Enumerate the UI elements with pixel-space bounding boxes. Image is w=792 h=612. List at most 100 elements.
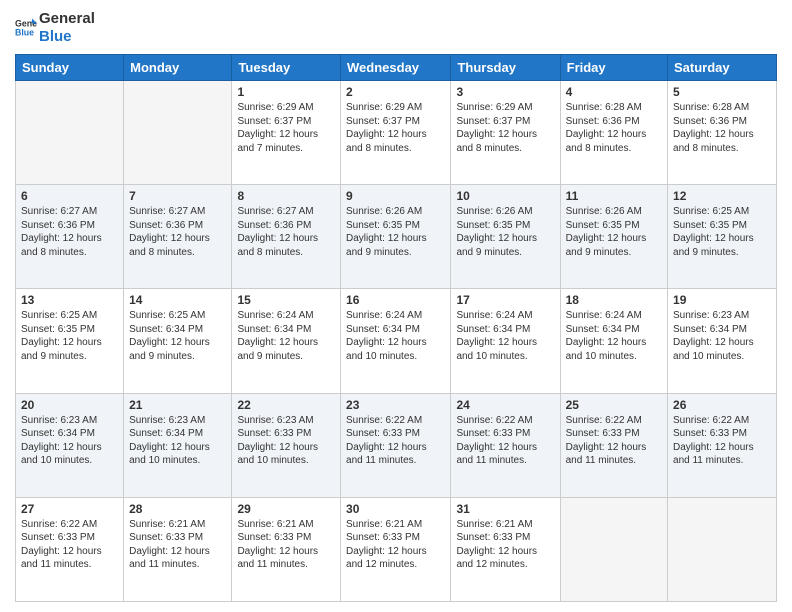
day-number: 21	[129, 398, 226, 412]
day-number: 6	[21, 189, 118, 203]
weekday-header-row: SundayMondayTuesdayWednesdayThursdayFrid…	[16, 55, 777, 81]
calendar-cell	[124, 81, 232, 185]
calendar-cell: 27 Sunrise: 6:22 AM Sunset: 6:33 PM Dayli…	[16, 497, 124, 601]
day-info: Sunrise: 6:22 AM Sunset: 6:33 PM Dayligh…	[346, 414, 445, 468]
day-number: 26	[673, 398, 771, 412]
weekday-header-monday: Monday	[124, 55, 232, 81]
calendar-cell: 24 Sunrise: 6:22 AM Sunset: 6:33 PM Dayli…	[451, 393, 560, 497]
weekday-header-friday: Friday	[560, 55, 667, 81]
logo-icon: General Blue	[15, 17, 37, 39]
logo-blue: Blue	[39, 28, 95, 46]
calendar-cell: 1Sunrise: 6:29 AM Sunset: 6:37 PM Daylig…	[232, 81, 341, 185]
day-number: 4	[566, 85, 662, 99]
calendar-cell: 4 Sunrise: 6:28 AM Sunset: 6:36 PM Daylig…	[560, 81, 667, 185]
day-number: 5	[673, 85, 771, 99]
day-number: 3	[456, 85, 554, 99]
day-info: Sunrise: 6:21 AM Sunset: 6:33 PM Dayligh…	[346, 518, 445, 572]
weekday-header-sunday: Sunday	[16, 55, 124, 81]
svg-text:Blue: Blue	[15, 27, 34, 37]
day-number: 15	[237, 293, 335, 307]
calendar-cell: 9 Sunrise: 6:26 AM Sunset: 6:35 PM Daylig…	[341, 185, 451, 289]
day-info: Sunrise: 6:21 AM Sunset: 6:33 PM Dayligh…	[456, 518, 554, 572]
calendar-cell: 31 Sunrise: 6:21 AM Sunset: 6:33 PM Dayli…	[451, 497, 560, 601]
calendar-table: SundayMondayTuesdayWednesdayThursdayFrid…	[15, 54, 777, 602]
day-info: Sunrise: 6:22 AM Sunset: 6:33 PM Dayligh…	[456, 414, 554, 468]
header: General Blue General Blue	[15, 10, 777, 46]
day-info: Sunrise: 6:28 AM Sunset: 6:36 PM Dayligh…	[673, 101, 771, 155]
day-info: Sunrise: 6:23 AM Sunset: 6:34 PM Dayligh…	[673, 309, 771, 363]
calendar-week-4: 20 Sunrise: 6:23 AM Sunset: 6:34 PM Dayli…	[16, 393, 777, 497]
calendar-week-2: 6 Sunrise: 6:27 AM Sunset: 6:36 PM Daylig…	[16, 185, 777, 289]
day-number: 16	[346, 293, 445, 307]
day-number: 24	[456, 398, 554, 412]
day-number: 20	[21, 398, 118, 412]
logo-general: General	[39, 10, 95, 28]
calendar-cell: 19 Sunrise: 6:23 AM Sunset: 6:34 PM Dayli…	[668, 289, 777, 393]
calendar-cell: 8Sunrise: 6:27 AM Sunset: 6:36 PM Daylig…	[232, 185, 341, 289]
day-info: Sunrise: 6:21 AM Sunset: 6:33 PM Dayligh…	[129, 518, 226, 572]
calendar-cell: 7 Sunrise: 6:27 AM Sunset: 6:36 PM Daylig…	[124, 185, 232, 289]
day-info: Sunrise: 6:26 AM Sunset: 6:35 PM Dayligh…	[456, 205, 554, 259]
day-info: Sunrise: 6:24 AM Sunset: 6:34 PM Dayligh…	[456, 309, 554, 363]
calendar-cell: 17 Sunrise: 6:24 AM Sunset: 6:34 PM Dayli…	[451, 289, 560, 393]
day-number: 25	[566, 398, 662, 412]
calendar-cell: 15Sunrise: 6:24 AM Sunset: 6:34 PM Dayli…	[232, 289, 341, 393]
calendar-cell: 13Sunrise: 6:25 AM Sunset: 6:35 PM Dayli…	[16, 289, 124, 393]
day-number: 9	[346, 189, 445, 203]
calendar-cell: 26Sunrise: 6:22 AM Sunset: 6:33 PM Dayli…	[668, 393, 777, 497]
day-info: Sunrise: 6:28 AM Sunset: 6:36 PM Dayligh…	[566, 101, 662, 155]
calendar-cell: 29 Sunrise: 6:21 AM Sunset: 6:33 PM Dayli…	[232, 497, 341, 601]
weekday-header-tuesday: Tuesday	[232, 55, 341, 81]
day-info: Sunrise: 6:25 AM Sunset: 6:35 PM Dayligh…	[673, 205, 771, 259]
day-info: Sunrise: 6:23 AM Sunset: 6:34 PM Dayligh…	[21, 414, 118, 468]
day-number: 27	[21, 502, 118, 516]
calendar-cell: 20 Sunrise: 6:23 AM Sunset: 6:34 PM Dayli…	[16, 393, 124, 497]
calendar-cell: 2 Sunrise: 6:29 AM Sunset: 6:37 PM Daylig…	[341, 81, 451, 185]
calendar-cell	[16, 81, 124, 185]
day-number: 13	[21, 293, 118, 307]
day-number: 12	[673, 189, 771, 203]
day-number: 11	[566, 189, 662, 203]
weekday-header-saturday: Saturday	[668, 55, 777, 81]
calendar-cell: 3 Sunrise: 6:29 AM Sunset: 6:37 PM Daylig…	[451, 81, 560, 185]
day-info: Sunrise: 6:25 AM Sunset: 6:34 PM Dayligh…	[129, 309, 226, 363]
calendar-cell: 22 Sunrise: 6:23 AM Sunset: 6:33 PM Dayli…	[232, 393, 341, 497]
day-info: Sunrise: 6:22 AM Sunset: 6:33 PM Dayligh…	[21, 518, 118, 572]
day-number: 14	[129, 293, 226, 307]
calendar-cell: 21 Sunrise: 6:23 AM Sunset: 6:34 PM Dayli…	[124, 393, 232, 497]
day-number: 22	[237, 398, 335, 412]
day-number: 8	[237, 189, 335, 203]
day-number: 29	[237, 502, 335, 516]
day-info: Sunrise: 6:23 AM Sunset: 6:33 PM Dayligh…	[237, 414, 335, 468]
day-number: 31	[456, 502, 554, 516]
weekday-header-wednesday: Wednesday	[341, 55, 451, 81]
day-number: 7	[129, 189, 226, 203]
day-info: Sunrise: 6:29 AM Sunset: 6:37 PM Dayligh…	[456, 101, 554, 155]
day-info: Sunrise: 6:27 AM Sunset: 6:36 PM Dayligh…	[21, 205, 118, 259]
calendar-cell: 23 Sunrise: 6:22 AM Sunset: 6:33 PM Dayli…	[341, 393, 451, 497]
day-number: 23	[346, 398, 445, 412]
day-info: Sunrise: 6:21 AM Sunset: 6:33 PM Dayligh…	[237, 518, 335, 572]
calendar-cell: 30Sunrise: 6:21 AM Sunset: 6:33 PM Dayli…	[341, 497, 451, 601]
logo: General Blue General Blue	[15, 10, 95, 46]
day-info: Sunrise: 6:24 AM Sunset: 6:34 PM Dayligh…	[346, 309, 445, 363]
day-number: 19	[673, 293, 771, 307]
day-info: Sunrise: 6:27 AM Sunset: 6:36 PM Dayligh…	[129, 205, 226, 259]
calendar-cell: 25 Sunrise: 6:22 AM Sunset: 6:33 PM Dayli…	[560, 393, 667, 497]
calendar-cell: 11Sunrise: 6:26 AM Sunset: 6:35 PM Dayli…	[560, 185, 667, 289]
day-number: 2	[346, 85, 445, 99]
day-info: Sunrise: 6:29 AM Sunset: 6:37 PM Dayligh…	[346, 101, 445, 155]
weekday-header-thursday: Thursday	[451, 55, 560, 81]
calendar-cell: 14 Sunrise: 6:25 AM Sunset: 6:34 PM Dayli…	[124, 289, 232, 393]
calendar-cell	[668, 497, 777, 601]
calendar-cell: 12 Sunrise: 6:25 AM Sunset: 6:35 PM Dayli…	[668, 185, 777, 289]
calendar-week-5: 27 Sunrise: 6:22 AM Sunset: 6:33 PM Dayli…	[16, 497, 777, 601]
day-info: Sunrise: 6:22 AM Sunset: 6:33 PM Dayligh…	[566, 414, 662, 468]
calendar-cell: 5 Sunrise: 6:28 AM Sunset: 6:36 PM Daylig…	[668, 81, 777, 185]
day-info: Sunrise: 6:26 AM Sunset: 6:35 PM Dayligh…	[346, 205, 445, 259]
calendar-cell: 10Sunrise: 6:26 AM Sunset: 6:35 PM Dayli…	[451, 185, 560, 289]
day-info: Sunrise: 6:23 AM Sunset: 6:34 PM Dayligh…	[129, 414, 226, 468]
calendar-cell: 28Sunrise: 6:21 AM Sunset: 6:33 PM Dayli…	[124, 497, 232, 601]
calendar-cell: 16 Sunrise: 6:24 AM Sunset: 6:34 PM Dayli…	[341, 289, 451, 393]
day-number: 17	[456, 293, 554, 307]
